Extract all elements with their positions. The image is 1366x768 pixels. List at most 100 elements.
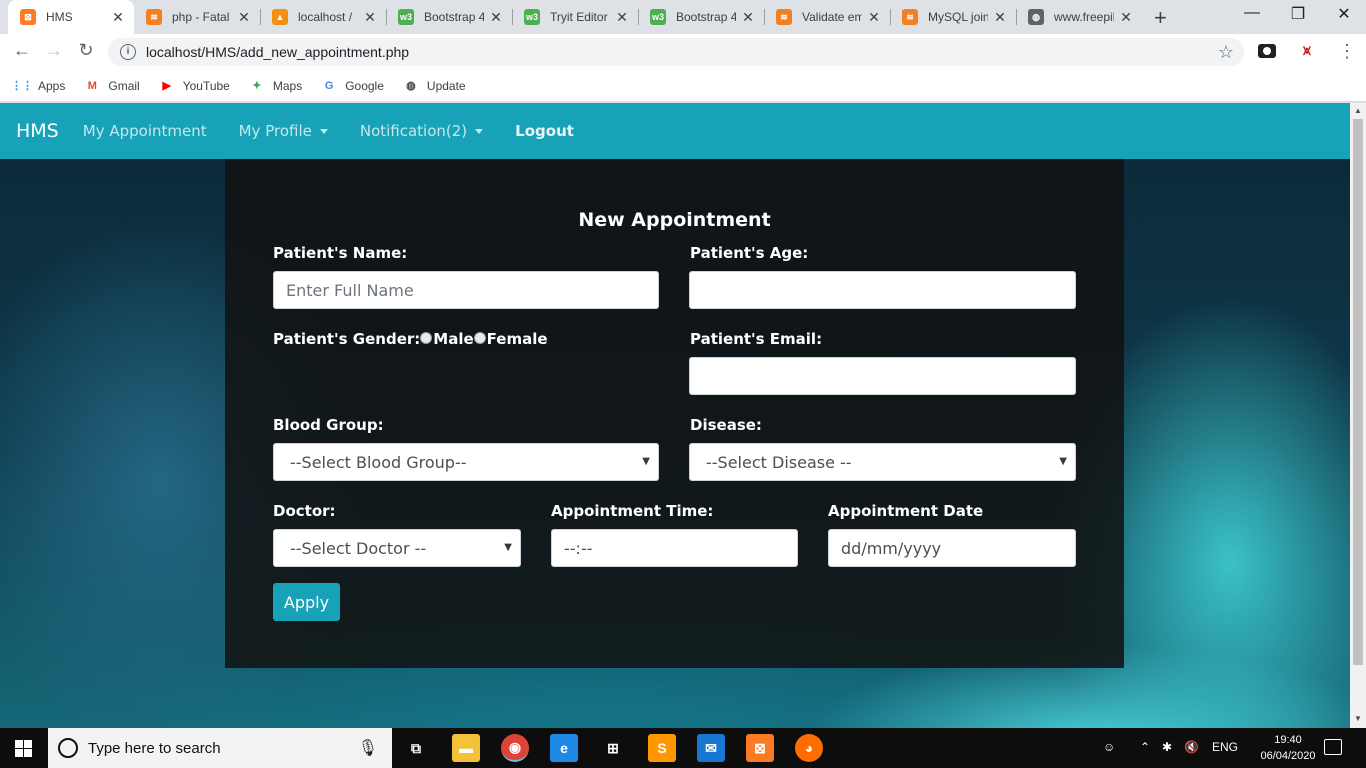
tab-freepik[interactable]: ◍ www.freepil ✕	[1016, 0, 1142, 34]
close-tab-icon[interactable]: ✕	[1118, 9, 1134, 26]
blood-group-value: --Select Blood Group--	[290, 452, 467, 472]
store-icon[interactable]: ⊞	[599, 734, 627, 762]
apply-button[interactable]: Apply	[273, 583, 340, 621]
tab-title: Validate em	[802, 10, 862, 24]
appointment-time-input[interactable]: --:--	[551, 529, 798, 567]
windows-start-icon[interactable]	[15, 740, 32, 757]
minimize-button[interactable]: —	[1232, 4, 1272, 22]
volume-muted-icon[interactable]: 🔇	[1184, 740, 1199, 754]
nav-label: My Profile	[238, 122, 312, 140]
w3schools-icon: w3	[398, 9, 414, 25]
tab-hms[interactable]: ⊠ HMS ✕	[8, 0, 134, 34]
extension-icon[interactable]: ⩙	[1303, 42, 1311, 59]
gender-male-radio[interactable]	[420, 331, 433, 344]
bookmark-star-icon[interactable]: ☆	[1218, 42, 1234, 63]
blood-group-select[interactable]: --Select Blood Group-- ▼	[273, 443, 659, 481]
w3schools-icon: w3	[650, 9, 666, 25]
site-info-icon[interactable]: i	[120, 44, 136, 60]
people-icon[interactable]: ☺	[1103, 740, 1115, 754]
tab-php-fatal[interactable]: ≋ php - Fatal ✕	[134, 0, 260, 34]
dropdown-arrow-icon: ▼	[1059, 456, 1067, 467]
tab-bootstrap-4-b[interactable]: w3 Bootstrap 4 ✕	[638, 0, 764, 34]
tab-localhost[interactable]: ▲ localhost / ✕	[260, 0, 386, 34]
taskbar-search-box[interactable]: Type here to search 🎙	[48, 728, 392, 768]
bookmark-gmail[interactable]: M Gmail	[84, 78, 140, 94]
nav-my-appointment[interactable]: My Appointment	[83, 122, 207, 140]
nav-my-profile-dropdown[interactable]: My Profile	[239, 122, 328, 140]
new-tab-button[interactable]: +	[1154, 5, 1167, 31]
disease-select[interactable]: --Select Disease -- ▼	[689, 443, 1076, 481]
patient-email-input[interactable]	[689, 357, 1076, 395]
appointment-form-panel: New Appointment Patient's Name: Enter Fu…	[225, 159, 1124, 668]
patient-gender-group: Patient's Gender: Male Female	[273, 330, 548, 348]
close-tab-icon[interactable]: ✕	[362, 9, 378, 26]
bookmark-label: YouTube	[182, 78, 230, 93]
brand-link[interactable]: HMS	[16, 120, 59, 142]
close-tab-icon[interactable]: ✕	[488, 9, 504, 26]
task-view-icon[interactable]: ⧉	[402, 734, 430, 762]
bookmark-update[interactable]: ◍ Update	[403, 78, 466, 94]
show-hidden-icons[interactable]: ⌃	[1140, 740, 1150, 754]
tab-mysql-join[interactable]: ≋ MySQL join ✕	[890, 0, 1016, 34]
xampp-icon[interactable]: ⊠	[746, 734, 774, 762]
bookmark-youtube[interactable]: ▶ YouTube	[159, 78, 230, 94]
search-placeholder: Type here to search	[88, 739, 221, 757]
nav-notification-dropdown[interactable]: Notification(2)	[360, 122, 484, 140]
firefox-icon[interactable]: ◕	[795, 734, 823, 762]
close-tab-icon[interactable]: ✕	[236, 9, 252, 26]
camera-icon[interactable]	[1258, 44, 1276, 58]
reload-button[interactable]: ↻	[74, 40, 98, 61]
bookmark-apps[interactable]: ⋮⋮ Apps	[11, 78, 65, 94]
mail-icon[interactable]: ✉	[697, 734, 725, 762]
file-explorer-icon[interactable]: ▬	[452, 734, 480, 762]
close-tab-icon[interactable]: ✕	[614, 9, 630, 26]
tab-tryit-editor[interactable]: w3 Tryit Editor ✕	[512, 0, 638, 34]
scroll-up-icon[interactable]: ▲	[1354, 106, 1362, 115]
window-close-button[interactable]: ✕	[1324, 4, 1364, 24]
doctor-select[interactable]: --Select Doctor -- ▼	[273, 529, 521, 567]
xampp-icon: ⊠	[20, 9, 36, 25]
dropdown-arrow-icon: ▼	[642, 456, 650, 467]
gender-female-label[interactable]: Female	[487, 330, 548, 348]
cortana-icon[interactable]	[58, 738, 78, 758]
nav-label: My Appointment	[82, 122, 207, 140]
scroll-thumb[interactable]	[1353, 119, 1363, 665]
chrome-icon[interactable]: ◉	[501, 734, 529, 762]
close-tab-icon[interactable]: ✕	[866, 9, 882, 26]
stackoverflow-icon: ≋	[902, 9, 918, 25]
bookmark-maps[interactable]: ✦ Maps	[249, 78, 302, 94]
sublime-icon[interactable]: S	[648, 734, 676, 762]
microphone-icon[interactable]: 🎙	[358, 738, 378, 758]
url-text[interactable]: localhost/HMS/add_new_appointment.php	[146, 44, 409, 60]
page-scrollbar[interactable]: ▲ ▼	[1350, 103, 1366, 728]
nav-logout[interactable]: Logout	[515, 122, 574, 140]
maximize-button[interactable]: ❐	[1278, 4, 1318, 24]
back-button[interactable]: ←	[10, 40, 34, 61]
edge-icon[interactable]: e	[550, 734, 578, 762]
clock-date: 06/04/2020	[1260, 750, 1316, 762]
taskbar-clock[interactable]: 19:40 06/04/2020	[1258, 732, 1318, 764]
patient-name-input[interactable]: Enter Full Name	[273, 271, 659, 309]
forward-button[interactable]: →	[42, 40, 66, 61]
appointment-date-input[interactable]: dd/mm/yyyy	[828, 529, 1076, 567]
tab-validate-email[interactable]: ≋ Validate em ✕	[764, 0, 890, 34]
browser-menu-icon[interactable]: ⋮	[1338, 41, 1356, 62]
scroll-down-icon[interactable]: ▼	[1354, 714, 1362, 723]
network-icon[interactable]: ✱	[1162, 740, 1172, 754]
update-icon: ◍	[406, 80, 416, 92]
action-center-icon[interactable]	[1324, 739, 1342, 755]
close-tab-icon[interactable]: ✕	[992, 9, 1008, 26]
disease-value: --Select Disease --	[706, 452, 852, 472]
address-bar[interactable]: i localhost/HMS/add_new_appointment.php …	[108, 38, 1244, 66]
close-tab-icon[interactable]: ✕	[740, 9, 756, 26]
gender-male-label[interactable]: Male	[433, 330, 473, 348]
language-indicator[interactable]: ENG	[1212, 740, 1238, 754]
tab-bootstrap-4[interactable]: w3 Bootstrap 4 ✕	[386, 0, 512, 34]
bookmark-google[interactable]: G Google	[321, 78, 384, 94]
site-navbar: HMS My Appointment My Profile Notificati…	[0, 103, 1350, 159]
patient-age-input[interactable]	[689, 271, 1076, 309]
doctor-label: Doctor:	[273, 502, 336, 520]
patient-email-label: Patient's Email:	[690, 330, 823, 348]
gender-female-radio[interactable]	[473, 331, 486, 344]
close-tab-icon[interactable]: ✕	[110, 9, 126, 26]
